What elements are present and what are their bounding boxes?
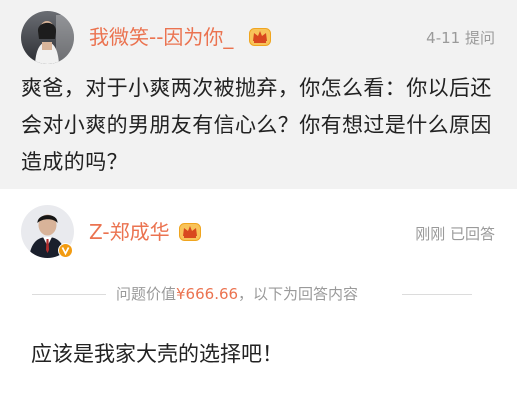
answerer-name[interactable]: Z-郑成华 (89, 220, 170, 244)
divider-line-left (32, 294, 106, 295)
question-time: 4-11 (426, 29, 461, 47)
price-suffix: ，以下为回答内容 (238, 285, 359, 303)
questioner-avatar-image (21, 11, 74, 64)
vip-crown-icon (179, 223, 201, 241)
answer-status: 刚刚 已回答 (415, 225, 495, 243)
questioner-name[interactable]: 我微笑--因为你_ (89, 25, 233, 49)
price-prefix: 问题价值 (116, 285, 177, 303)
question-price-divider: 问题价值¥666.66，以下为回答内容 (0, 283, 517, 305)
price-amount: ¥666.66 (176, 285, 239, 303)
qa-page: 我微笑--因为你_ 4-11 提问 爽爸，对于小爽两次被抛弃，你怎么看：你以后还… (0, 0, 517, 410)
questioner-avatar[interactable] (21, 11, 74, 64)
question-meta: 4-11 提问 (426, 28, 495, 48)
verified-v-icon (58, 243, 73, 258)
divider-line-right (402, 294, 472, 295)
answer-text: 应该是我家大壳的选择吧！ (31, 342, 283, 366)
question-action: 提问 (464, 29, 495, 47)
question-price-text: 问题价值¥666.66，以下为回答内容 (116, 283, 358, 305)
question-card: 我微笑--因为你_ 4-11 提问 爽爸，对于小爽两次被抛弃，你怎么看：你以后还… (0, 0, 517, 189)
vip-crown-icon (249, 28, 271, 46)
question-text: 爽爸，对于小爽两次被抛弃，你怎么看：你以后还会对小爽的男朋友有信心么？你有想过是… (21, 76, 492, 174)
